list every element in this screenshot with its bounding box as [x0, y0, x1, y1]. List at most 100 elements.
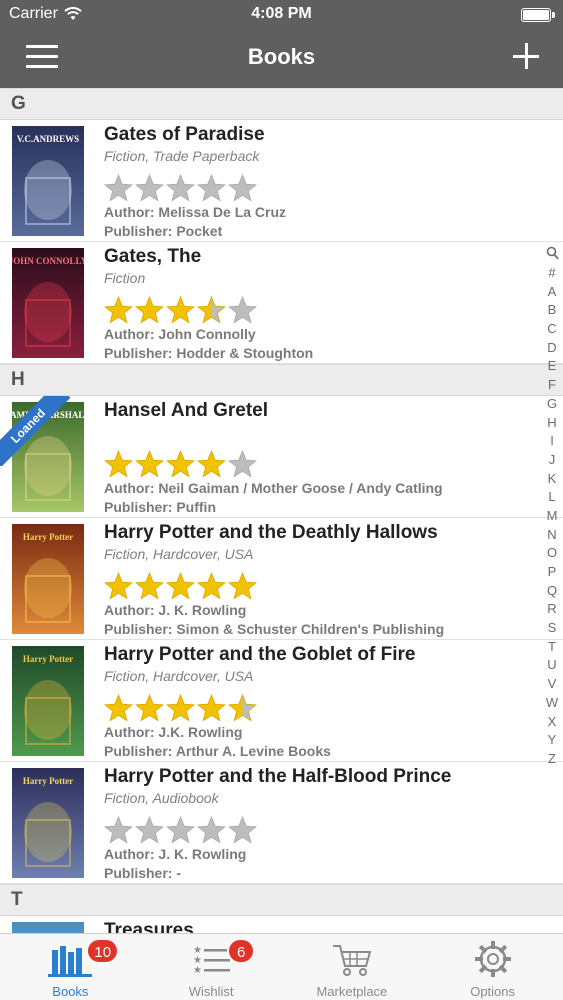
index-letter[interactable]: # — [548, 264, 555, 283]
index-letter[interactable]: T — [548, 638, 556, 657]
star-empty-icon[interactable] — [104, 816, 133, 844]
book-info: Treasures — [104, 920, 535, 933]
count-badge: 6 — [227, 938, 256, 964]
index-letter[interactable]: E — [548, 357, 557, 376]
book-row[interactable]: Treasures — [0, 916, 563, 933]
index-letter[interactable]: X — [548, 713, 557, 732]
loaned-label: Loaned — [0, 396, 70, 466]
star-empty-icon[interactable] — [197, 816, 226, 844]
rating-stars[interactable] — [104, 816, 535, 844]
index-letter[interactable]: K — [548, 470, 557, 489]
book-cover[interactable]: V.C.ANDREWS — [12, 126, 84, 236]
tab-marketplace[interactable]: Marketplace — [282, 934, 423, 1000]
star-empty-icon[interactable] — [228, 816, 257, 844]
index-letter[interactable]: S — [548, 619, 557, 638]
index-letter[interactable]: J — [549, 451, 556, 470]
star-half-icon[interactable] — [228, 694, 257, 722]
index-letter[interactable]: Q — [547, 582, 557, 601]
index-letter[interactable]: I — [550, 432, 554, 451]
star-empty-icon[interactable] — [228, 296, 257, 324]
index-letter[interactable]: N — [547, 526, 556, 545]
star-full-icon[interactable] — [104, 572, 133, 600]
book-row[interactable]: Harry Potter Harry Potter and the Goblet … — [0, 640, 563, 762]
book-cover[interactable]: Harry Potter — [12, 768, 84, 878]
book-publisher: Publisher: Pocket — [104, 223, 223, 239]
book-row[interactable]: JOHN CONNOLLY Gates, The Fiction Author: Jo… — [0, 242, 563, 364]
star-full-icon[interactable] — [166, 450, 195, 478]
star-empty-icon[interactable] — [228, 450, 257, 478]
star-full-icon[interactable] — [197, 450, 226, 478]
star-full-icon[interactable] — [104, 450, 133, 478]
star-empty-icon[interactable] — [228, 174, 257, 202]
star-full-icon[interactable] — [135, 296, 164, 324]
index-letter[interactable]: G — [547, 395, 557, 414]
book-row[interactable]: Harry Potter Harry Potter and the Half-Bl… — [0, 762, 563, 884]
star-full-icon[interactable] — [197, 694, 226, 722]
index-letter[interactable]: M — [547, 507, 558, 526]
star-full-icon[interactable] — [166, 296, 195, 324]
svg-text:Harry Potter: Harry Potter — [23, 532, 73, 542]
star-half-icon[interactable] — [197, 296, 226, 324]
index-letter[interactable]: H — [547, 414, 556, 433]
rating-stars[interactable] — [104, 450, 535, 478]
rating-stars[interactable] — [104, 296, 535, 324]
star-full-icon[interactable] — [197, 572, 226, 600]
index-letter[interactable]: L — [548, 488, 555, 507]
star-empty-icon[interactable] — [166, 816, 195, 844]
star-full-icon[interactable] — [104, 296, 133, 324]
wishlist-icon: ★★★ — [193, 945, 231, 976]
star-full-icon[interactable] — [166, 694, 195, 722]
book-list[interactable]: G V.C.ANDREWS Gates of Paradise Fiction, Tr… — [0, 88, 563, 933]
index-letter[interactable]: Z — [548, 750, 556, 769]
index-letter[interactable]: A — [548, 283, 557, 302]
star-empty-icon[interactable] — [197, 174, 226, 202]
index-letter[interactable]: F — [548, 376, 556, 395]
index-letter[interactable]: W — [546, 694, 558, 713]
rating-stars[interactable] — [104, 694, 535, 722]
book-subtitle — [104, 424, 535, 441]
book-row[interactable]: V.C.ANDREWS Gates of Paradise Fiction, Tra… — [0, 120, 563, 242]
star-empty-icon[interactable] — [135, 816, 164, 844]
cart-icon — [332, 945, 372, 976]
section-index[interactable]: # A B C D E F G H I J K L M N O P Q R S T U V W X Y Z — [544, 246, 560, 769]
section-header: T — [0, 884, 563, 916]
star-empty-icon[interactable] — [135, 174, 164, 202]
index-letter[interactable]: O — [547, 544, 557, 563]
book-cover[interactable] — [12, 922, 84, 933]
star-full-icon[interactable] — [135, 694, 164, 722]
index-letter[interactable]: P — [548, 563, 557, 582]
star-full-icon[interactable] — [135, 572, 164, 600]
tab-wishlist[interactable]: ★ ★ ★ Wishlist 6 — [141, 934, 282, 1000]
tab-options[interactable]: Options — [422, 934, 563, 1000]
book-title: Gates, The — [104, 246, 202, 267]
tab-books[interactable]: Books 10 — [0, 934, 141, 1000]
index-letter[interactable]: C — [547, 320, 556, 339]
index-letter[interactable]: R — [547, 600, 556, 619]
book-publisher: Publisher: Simon & Schuster Children's P… — [104, 621, 445, 637]
index-letter[interactable]: U — [547, 656, 556, 675]
book-cover[interactable]: Harry Potter — [12, 646, 84, 756]
star-full-icon[interactable] — [135, 450, 164, 478]
index-letter[interactable]: D — [547, 339, 556, 358]
star-empty-icon[interactable] — [104, 174, 133, 202]
star-full-icon[interactable] — [166, 572, 195, 600]
star-empty-icon[interactable] — [166, 174, 195, 202]
index-search-icon[interactable] — [546, 246, 559, 260]
star-full-icon[interactable] — [104, 694, 133, 722]
rating-stars[interactable] — [104, 572, 535, 600]
book-subtitle: Fiction, Audiobook — [104, 790, 219, 806]
book-cover[interactable]: Harry Potter — [12, 524, 84, 634]
book-row[interactable]: Harry Potter Harry Potter and the Deathly… — [0, 518, 563, 640]
index-letter[interactable]: Y — [548, 731, 557, 750]
book-cover[interactable]: JOHN CONNOLLY — [12, 248, 84, 358]
index-letter[interactable]: B — [548, 301, 557, 320]
star-full-icon[interactable] — [228, 572, 257, 600]
book-row[interactable]: JAMES MARSHALLLoanedHansel And GretelAut… — [0, 396, 563, 518]
book-title: Harry Potter and the Goblet of Fire — [104, 644, 416, 665]
book-title: Harry Potter and the Deathly Hallows — [104, 522, 438, 543]
add-book-button[interactable] — [513, 43, 539, 69]
rating-stars[interactable] — [104, 174, 535, 202]
svg-text:★: ★ — [193, 965, 202, 976]
index-letter[interactable]: V — [548, 675, 557, 694]
tab-label: Wishlist — [188, 984, 234, 999]
